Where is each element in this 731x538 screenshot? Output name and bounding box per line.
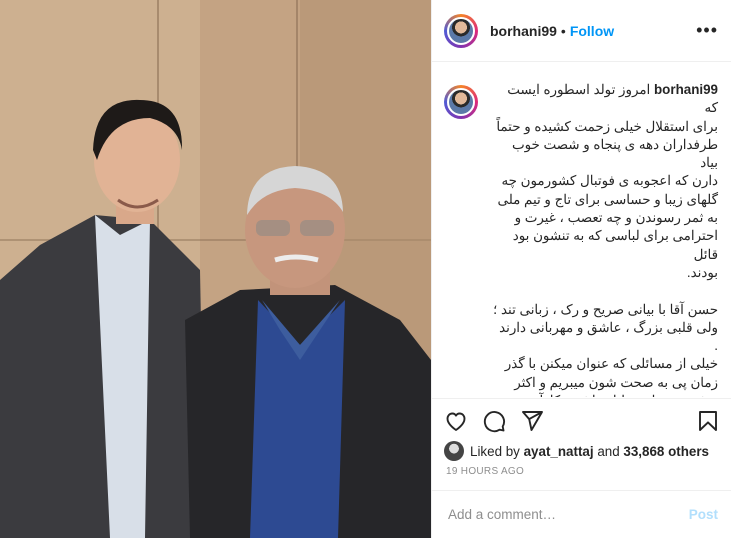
post-photo[interactable] bbox=[0, 0, 431, 538]
caption: borhani99 امروز تولد اسطوره ایست که برای… bbox=[444, 81, 718, 397]
instagram-post: borhani99 • Follow ••• borhani99 امروز ت… bbox=[0, 0, 731, 538]
post-timestamp[interactable]: 19 HOURS AGO bbox=[446, 466, 524, 477]
follow-button[interactable]: Follow bbox=[570, 23, 614, 39]
add-comment-bar: Post bbox=[432, 490, 731, 538]
liker-username[interactable]: ayat_nattaj bbox=[524, 444, 594, 459]
bookmark-icon[interactable] bbox=[696, 409, 720, 433]
share-icon[interactable] bbox=[520, 409, 544, 433]
likes-prefix: Liked by bbox=[470, 443, 520, 459]
comment-input[interactable] bbox=[446, 506, 689, 523]
avatar[interactable] bbox=[447, 16, 475, 45]
header-separator: • bbox=[560, 22, 566, 39]
comment-icon[interactable] bbox=[482, 409, 506, 433]
post-header: borhani99 • Follow ••• bbox=[432, 0, 731, 62]
post-comment-button[interactable]: Post bbox=[689, 507, 718, 522]
likes-line: Liked by ayat_nattaj and 33,868 others bbox=[444, 441, 720, 461]
more-options-icon[interactable]: ••• bbox=[696, 20, 718, 41]
story-ring[interactable] bbox=[444, 13, 478, 48]
photo-illustration bbox=[0, 0, 431, 538]
caption-story-ring[interactable] bbox=[444, 85, 478, 119]
header-username[interactable]: borhani99 bbox=[490, 23, 557, 39]
caption-avatar[interactable] bbox=[447, 88, 475, 116]
post-sidebar: borhani99 • Follow ••• borhani99 امروز ت… bbox=[431, 0, 731, 538]
comments-area[interactable]: borhani99 امروز تولد اسطوره ایست که برای… bbox=[432, 63, 731, 397]
action-bar bbox=[432, 398, 731, 442]
liker-avatar[interactable] bbox=[444, 441, 464, 461]
heart-icon[interactable] bbox=[444, 409, 468, 433]
caption-body: borhani99 امروز تولد اسطوره ایست که برای… bbox=[492, 81, 718, 397]
likes-count[interactable]: 33,868 others bbox=[623, 444, 709, 459]
likes-and: and bbox=[597, 443, 620, 459]
caption-text: امروز تولد اسطوره ایست که برای استقلال خ… bbox=[493, 82, 718, 397]
caption-username[interactable]: borhani99 bbox=[654, 82, 718, 97]
